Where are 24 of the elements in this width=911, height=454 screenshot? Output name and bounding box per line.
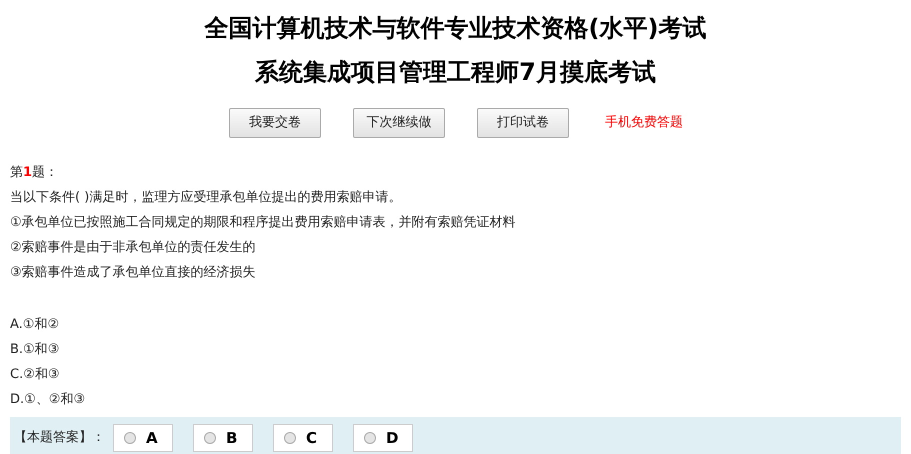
radio-button[interactable]	[204, 432, 216, 444]
question-text: ③索赔事件造成了承包单位直接的经济损失	[10, 264, 256, 282]
answer-label: 【本题答案】：	[14, 429, 105, 448]
mobile-link[interactable]: 手机免费答题	[605, 113, 683, 133]
question-text: ②索赔事件是由于非承包单位的责任发生的	[10, 238, 256, 257]
radio-button[interactable]	[284, 432, 296, 444]
radio-button[interactable]	[124, 432, 136, 444]
answer-choice[interactable]: C	[273, 424, 333, 452]
option-text: C.②和③	[10, 366, 60, 384]
option-text: B.①和③	[10, 340, 60, 359]
page-title: 全国计算机技术与软件专业技术资格(水平)考试	[204, 13, 706, 44]
question-text: ①承包单位已按照施工合同规定的期限和程序提出费用索赔申请表，并附有索赔凭证材料	[10, 214, 516, 232]
page-title: 系统集成项目管理工程师7月摸底考试	[255, 57, 656, 88]
toolbar-button[interactable]: 打印试卷	[477, 108, 569, 138]
option-text: D.①、②和③	[10, 390, 86, 409]
radio-button[interactable]	[364, 432, 376, 444]
option-text: A.①和②	[10, 316, 60, 334]
answer-choice[interactable]: B	[193, 424, 253, 452]
toolbar-button[interactable]: 我要交卷	[229, 108, 321, 138]
answer-choice[interactable]: D	[353, 424, 413, 452]
question-text: 当以下条件( )满足时，监理方应受理承包单位提出的费用索赔申请。	[10, 188, 402, 207]
question-number: 第1题：	[10, 164, 58, 182]
toolbar-button[interactable]: 下次继续做	[353, 108, 445, 138]
answer-choice[interactable]: A	[113, 424, 173, 452]
